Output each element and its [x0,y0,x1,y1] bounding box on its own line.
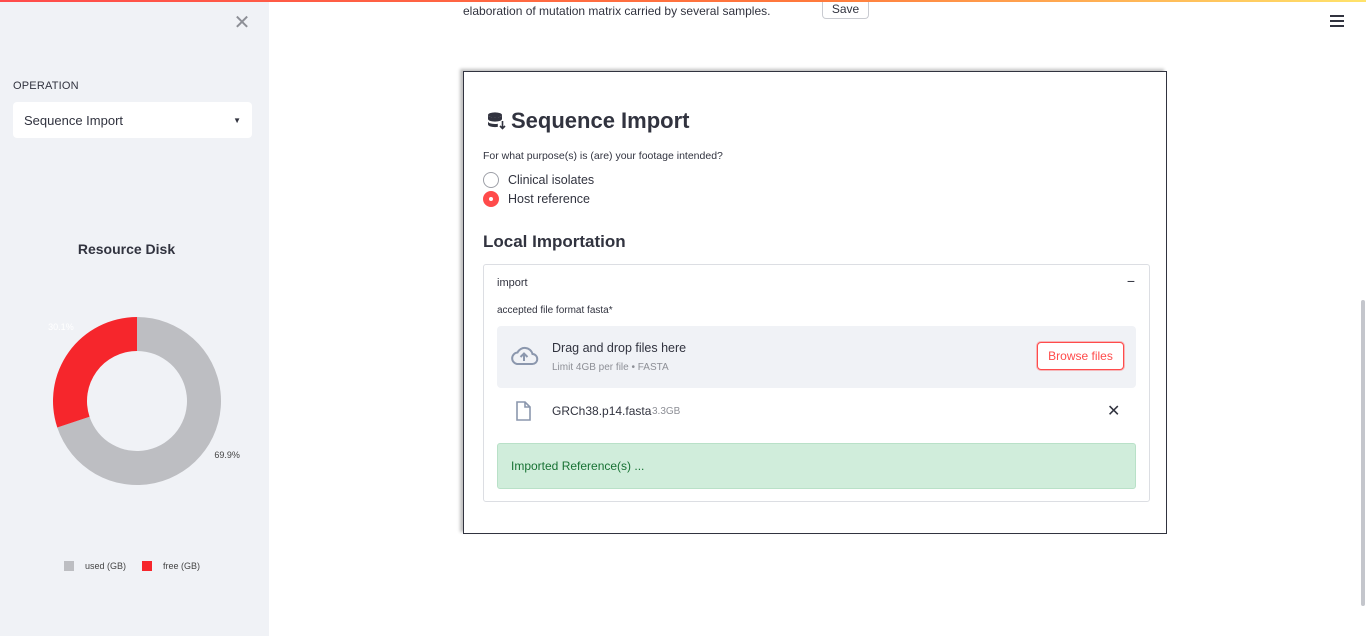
uploaded-file-row: GRCh38.p14.fasta 3.3GB ✕ [497,399,1136,423]
radio-host-reference[interactable]: Host reference [483,191,590,207]
legend-item-free: free (GB) [142,561,200,571]
cloud-upload-icon [511,346,539,365]
panel-title-text: Sequence Import [511,108,690,133]
sidebar: ✕ OPERATION Sequence Import ▼ Resource D… [0,0,269,636]
file-size: 3.3GB [652,406,681,417]
file-name: GRCh38.p14.fasta [552,404,652,418]
radio-button-checked[interactable] [483,191,499,207]
legend-label-free: free (GB) [163,561,201,571]
success-alert: Imported Reference(s) ... [497,443,1136,489]
accepted-format-text: accepted file format fasta* [497,305,613,316]
close-sidebar-icon[interactable]: ✕ [232,13,252,33]
operation-select-value: Sequence Import [24,112,124,128]
radio-label-clinical: Clinical isolates [508,173,595,187]
dropzone-title: Drag and drop files here [552,341,687,355]
intro-text: elaboration of mutation matrix carried b… [463,4,771,18]
main-menu-icon[interactable] [1330,15,1344,29]
caret-down-icon: ▼ [233,115,241,125]
page-scrollbar[interactable] [1361,300,1365,606]
legend-label-used: used (GB) [85,561,127,571]
panel-title: Sequence Import [486,108,689,134]
dropzone-limit: Limit 4GB per file • FASTA [552,362,669,373]
operation-label: OPERATION [13,80,79,92]
collapse-icon[interactable]: − [1127,273,1135,289]
database-download-icon [488,112,506,130]
operation-select[interactable]: Sequence Import ▼ [13,102,252,138]
slice-free [53,317,137,428]
file-icon [516,401,531,421]
expander-label[interactable]: import [497,277,528,289]
purpose-question: For what purpose(s) is (are) your footag… [483,150,723,162]
radio-clinical-isolates[interactable]: Clinical isolates [483,172,594,188]
local-importation-title: Local Importation [483,232,626,251]
legend-swatch-free [142,561,153,571]
radio-label-host: Host reference [508,192,590,206]
sequence-import-panel: Sequence Import For what purpose(s) is (… [463,71,1167,534]
top-decoration-bar [0,0,1366,2]
radio-button-unchecked[interactable] [483,172,499,188]
slice-label-used: 69.9% [214,450,240,460]
chart-legend: used (GB) free (GB) [64,561,216,571]
legend-swatch-used [64,561,74,571]
slice-label-free: 30.1% [48,322,74,332]
browse-files-button[interactable]: Browse files [1037,342,1124,370]
disk-donut-chart: 69.9% 30.1% [48,317,240,485]
import-expander: import − accepted file format fasta* Dra… [483,264,1150,502]
save-button[interactable]: Save [822,0,869,19]
file-dropzone[interactable]: Drag and drop files here Limit 4GB per f… [497,326,1136,388]
chart-title: Resource Disk [77,241,176,257]
legend-item-used: used (GB) [64,561,126,571]
remove-file-icon[interactable]: ✕ [1107,401,1120,421]
